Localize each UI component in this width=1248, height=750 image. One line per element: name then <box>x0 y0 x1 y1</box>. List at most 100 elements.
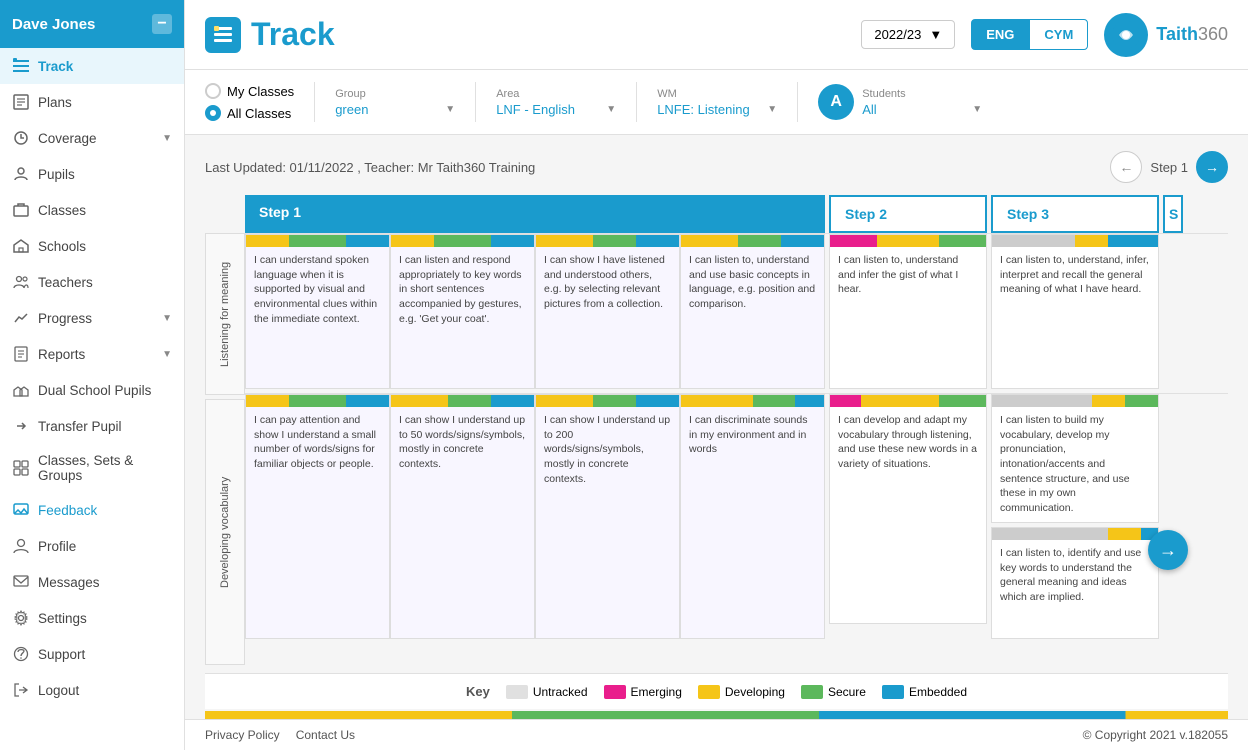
filter-divider-2 <box>475 82 476 122</box>
year-selector[interactable]: 2022/23 ▼ <box>861 20 955 49</box>
year-chevron: ▼ <box>929 27 942 42</box>
year-value: 2022/23 <box>874 27 921 42</box>
bar-blue <box>781 235 824 247</box>
bar-green <box>434 235 491 247</box>
step-navigation: ← Step 1 → <box>1110 151 1228 183</box>
bar-yellow <box>861 395 939 407</box>
topbar-icon <box>205 17 241 53</box>
card-r2s1c1[interactable]: I can pay attention and show I understan… <box>245 394 390 639</box>
privacy-link[interactable]: Privacy Policy <box>205 728 280 742</box>
sidebar-label-transfer: Transfer Pupil <box>38 419 122 434</box>
group-label: Group <box>335 88 455 100</box>
row1-step1-cards: I can understand spoken language when it… <box>245 234 825 389</box>
sidebar-item-schools[interactable]: Schools <box>0 228 184 264</box>
sidebar-label-plans: Plans <box>38 95 72 110</box>
sidebar-item-classes[interactable]: Classes <box>0 192 184 228</box>
sidebar-item-teachers[interactable]: Teachers <box>0 264 184 300</box>
card-r1s1c2[interactable]: I can listen and respond appropriately t… <box>390 234 535 389</box>
card-r1s1c3[interactable]: I can show I have listened and understoo… <box>535 234 680 389</box>
step4-header-partial: S <box>1163 195 1183 233</box>
card-text-r2s1c4: I can discriminate sounds in my environm… <box>681 407 824 638</box>
prev-step-button[interactable]: ← <box>1110 151 1142 183</box>
card-text-r1s3c1: I can listen to, understand, infer, inte… <box>992 247 1158 388</box>
card-r2s1c2[interactable]: I can show I understand up to 50 words/s… <box>390 394 535 639</box>
copyright: © Copyright 2021 v.182055 <box>1083 728 1228 742</box>
sidebar-item-messages[interactable]: Messages <box>0 564 184 600</box>
sidebar-item-logout[interactable]: Logout <box>0 672 184 708</box>
key-label-developing: Developing <box>725 685 785 699</box>
sidebar-item-plans[interactable]: Plans <box>0 84 184 120</box>
card-r1s1c1[interactable]: I can understand spoken language when it… <box>245 234 390 389</box>
floating-next-button[interactable]: → <box>1148 530 1188 570</box>
transfer-icon <box>12 417 30 435</box>
card-r1s2c1[interactable]: I can listen to, understand and infer th… <box>829 234 987 389</box>
card-r2s1c4[interactable]: I can discriminate sounds in my environm… <box>680 394 825 639</box>
card-r2s2c1[interactable]: I can develop and adapt my vocabulary th… <box>829 394 987 624</box>
students-value: All <box>862 102 876 117</box>
track-icon <box>12 57 30 75</box>
username: Dave Jones <box>12 16 95 33</box>
collapse-button[interactable]: − <box>152 14 172 34</box>
classes-icon <box>12 201 30 219</box>
sidebar-item-transfer[interactable]: Transfer Pupil <box>0 408 184 444</box>
wm-filter[interactable]: WM LNFE: Listening ▼ <box>657 88 777 117</box>
bar-green <box>939 395 986 407</box>
key-label-secure: Secure <box>828 685 866 699</box>
bar-yellow <box>391 395 448 407</box>
sidebar-item-support[interactable]: Support <box>0 636 184 672</box>
area-label: Area <box>496 88 616 100</box>
card-r2s3c2[interactable]: I can listen to, identify and use key wo… <box>991 527 1159 639</box>
bar-yellow <box>391 235 434 247</box>
sidebar: Dave Jones − Track Plans <box>0 0 185 750</box>
sidebar-label-teachers: Teachers <box>38 275 93 290</box>
sidebar-item-profile[interactable]: Profile <box>0 528 184 564</box>
key-swatch-secure <box>801 685 823 699</box>
bar-blue <box>346 235 389 247</box>
row-label-vocabulary: Developing vocabulary <box>205 399 245 665</box>
sidebar-item-pupils[interactable]: Pupils <box>0 156 184 192</box>
bar-blue <box>636 395 679 407</box>
bar-yellow <box>536 235 593 247</box>
key-swatch-developing <box>698 685 720 699</box>
wm-value: LNFE: Listening <box>657 102 750 117</box>
key-embedded: Embedded <box>882 685 967 699</box>
card-bar-r1s2c1 <box>830 235 986 247</box>
bar-blue <box>346 395 389 407</box>
contact-link[interactable]: Contact Us <box>296 728 355 742</box>
sidebar-item-reports[interactable]: Reports ▼ <box>0 336 184 372</box>
settings-icon <box>12 609 30 627</box>
group-filter[interactable]: Group green ▼ <box>335 88 455 117</box>
lang-cym-button[interactable]: CYM <box>1029 19 1088 50</box>
card-r1s1c4[interactable]: I can listen to, understand and use basi… <box>680 234 825 389</box>
all-classes-radio[interactable]: All Classes <box>205 105 294 121</box>
sidebar-item-settings[interactable]: Settings <box>0 600 184 636</box>
row1-step3-cards: I can listen to, understand, infer, inte… <box>991 234 1159 389</box>
sidebar-item-classes-sets[interactable]: Classes, Sets & Groups <box>0 444 184 492</box>
card-r2s1c3[interactable]: I can show I understand up to 200 words/… <box>535 394 680 639</box>
sidebar-item-progress[interactable]: Progress ▼ <box>0 300 184 336</box>
card-text-r2s1c3: I can show I understand up to 200 words/… <box>536 407 679 638</box>
sidebar-item-coverage[interactable]: Coverage ▼ <box>0 120 184 156</box>
row2-step1-cards: I can pay attention and show I understan… <box>245 394 825 639</box>
card-bar-r1s1c3 <box>536 235 679 247</box>
sidebar-item-feedback[interactable]: Feedback <box>0 492 184 528</box>
reports-chevron: ▼ <box>162 349 172 360</box>
sidebar-label-logout: Logout <box>38 683 79 698</box>
messages-icon <box>12 573 30 591</box>
card-r1s3c1[interactable]: I can listen to, understand, infer, inte… <box>991 234 1159 389</box>
next-step-button[interactable]: → <box>1196 151 1228 183</box>
lang-eng-button[interactable]: ENG <box>971 19 1029 50</box>
logout-icon <box>12 681 30 699</box>
my-classes-radio[interactable]: My Classes <box>205 83 294 99</box>
area-filter[interactable]: Area LNF - English ▼ <box>496 88 616 117</box>
card-r2s3c1[interactable]: I can listen to build my vocabulary, dev… <box>991 394 1159 523</box>
filter-bar: My Classes All Classes Group green ▼ Are… <box>185 70 1248 135</box>
bar-pink <box>830 395 861 407</box>
bar-yellow <box>246 395 289 407</box>
students-filter[interactable]: A Students All ▼ <box>818 84 982 120</box>
header-spacer <box>205 195 245 233</box>
sidebar-item-track[interactable]: Track <box>0 48 184 84</box>
sidebar-item-dual-school[interactable]: Dual School Pupils <box>0 372 184 408</box>
group-chevron: ▼ <box>445 104 455 115</box>
profile-icon <box>12 537 30 555</box>
